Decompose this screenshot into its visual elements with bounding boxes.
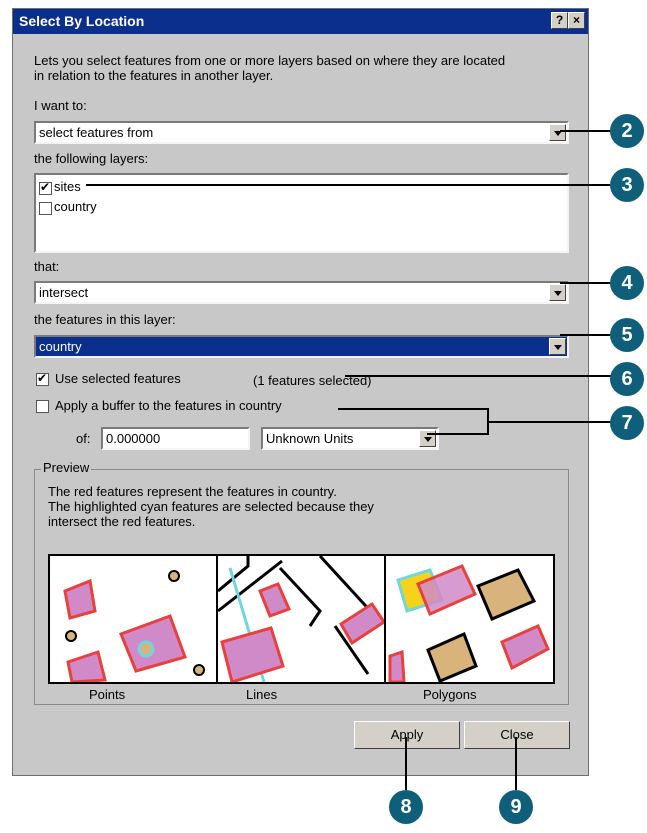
callout-4: 4 xyxy=(610,266,644,300)
callout-6: 6 xyxy=(610,362,644,396)
callout-2: 2 xyxy=(610,114,644,148)
callout-leader-lines xyxy=(86,130,612,790)
callout-9: 9 xyxy=(499,790,533,824)
callout-7: 7 xyxy=(610,406,644,440)
callout-5: 5 xyxy=(610,318,644,352)
callout-3: 3 xyxy=(610,168,644,202)
callout-8: 8 xyxy=(389,790,423,824)
